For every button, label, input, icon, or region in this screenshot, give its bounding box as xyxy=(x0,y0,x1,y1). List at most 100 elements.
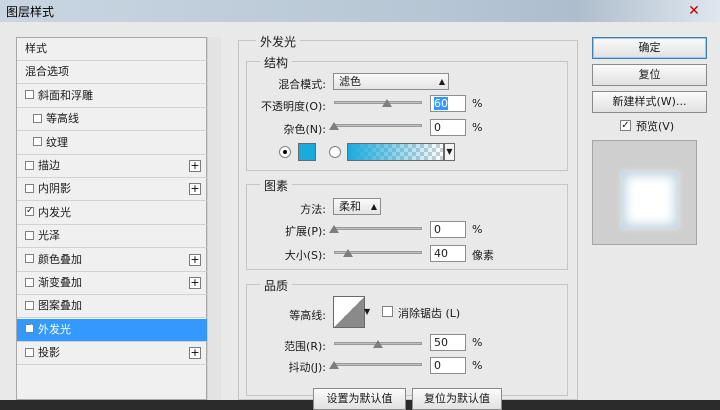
reset-button[interactable]: 复位 xyxy=(592,64,707,86)
chevron-down-icon[interactable]: ▼ xyxy=(364,296,372,328)
noise-value: 0 xyxy=(434,121,441,134)
layer-style-dialog: 图层样式 ✕ 样式混合选项斜面和浮雕等高线纹理描边 + 内阴影 + ✓ 内发光光泽 颜色叠加… xyxy=(0,0,720,410)
add-icon[interactable]: + xyxy=(189,277,201,289)
style-list-item-label: 混合选项 xyxy=(25,65,69,79)
noise-slider[interactable] xyxy=(334,124,422,127)
style-list-item-label: 内阴影 xyxy=(38,182,71,196)
style-list-item[interactable]: 光泽 xyxy=(17,225,207,249)
close-icon[interactable]: ✕ xyxy=(684,2,704,20)
preview-checkbox[interactable]: ✓ xyxy=(620,120,631,131)
size-unit: 像素 xyxy=(472,249,494,262)
window-title: 图层样式 xyxy=(6,5,55,19)
noise-input[interactable]: 0 xyxy=(430,119,466,136)
style-checkbox[interactable] xyxy=(33,113,42,123)
outer-glow-title: 外发光 xyxy=(256,33,301,50)
add-icon[interactable]: + xyxy=(189,253,201,266)
range-input[interactable]: 50 xyxy=(430,334,466,351)
style-list-item[interactable]: 图案叠加 xyxy=(17,295,207,319)
blend-mode-value: 滤色 xyxy=(339,75,361,88)
size-value: 40 xyxy=(434,247,448,260)
style-list-scrollbar[interactable] xyxy=(207,37,221,400)
spread-input[interactable]: 0 xyxy=(430,221,466,238)
style-checkbox[interactable] xyxy=(25,300,34,310)
style-list-item-label: 样式 xyxy=(25,42,47,55)
solid-color-radio[interactable] xyxy=(279,146,291,158)
chevron-down-icon[interactable]: ▼ xyxy=(444,143,455,161)
style-checkbox[interactable] xyxy=(25,347,34,357)
style-list-item[interactable]: ✓ 外发光 xyxy=(17,318,207,342)
size-slider-thumb[interactable] xyxy=(343,249,354,257)
style-list-item[interactable]: 渐变叠加 + xyxy=(17,272,207,295)
range-slider-thumb[interactable] xyxy=(373,340,383,348)
style-checkbox[interactable] xyxy=(25,90,34,100)
jitter-value: 0 xyxy=(434,359,441,372)
style-list-item-label: 描边 xyxy=(38,159,60,172)
style-list-item[interactable]: 纹理 xyxy=(17,132,207,155)
noise-label: 杂色(N): xyxy=(283,123,326,136)
spread-slider-thumb[interactable] xyxy=(329,225,339,233)
gradient-radio[interactable] xyxy=(329,146,341,158)
opacity-slider[interactable] xyxy=(334,101,422,104)
spread-value: 0 xyxy=(434,223,441,236)
add-icon[interactable]: + xyxy=(189,183,201,196)
style-list-item[interactable]: 内阴影 + xyxy=(17,178,207,202)
glow-color-swatch[interactable] xyxy=(298,143,316,161)
glow-gradient-picker[interactable] xyxy=(347,143,444,161)
opacity-label: 不透明度(O): xyxy=(261,100,326,113)
spread-label: 扩展(P): xyxy=(285,225,326,238)
reset-default-button[interactable]: 复位为默认值 xyxy=(412,388,502,410)
range-value: 50 xyxy=(434,336,448,349)
style-checkbox[interactable] xyxy=(25,277,34,287)
style-list-item[interactable]: 颜色叠加 + xyxy=(17,249,207,272)
style-list-item-label: 内发光 xyxy=(38,205,71,219)
style-list-item-label: 等高线 xyxy=(46,112,79,126)
spread-slider[interactable] xyxy=(334,227,422,230)
blend-mode-label: 混合模式: xyxy=(278,78,326,91)
style-checkbox[interactable] xyxy=(25,230,34,240)
spread-unit: % xyxy=(472,223,483,236)
noise-slider-thumb[interactable] xyxy=(329,122,339,130)
opacity-slider-thumb[interactable] xyxy=(381,99,392,107)
technique-value: 柔和 xyxy=(339,200,361,213)
style-list-item-label: 纹理 xyxy=(46,135,68,149)
opacity-value: 60 xyxy=(434,97,448,110)
antialias-checkbox[interactable] xyxy=(382,306,393,317)
style-list-item-label: 斜面和浮雕 xyxy=(38,88,93,102)
style-list-item[interactable]: 混合选项 xyxy=(17,61,207,85)
add-icon[interactable]: + xyxy=(189,347,201,360)
style-checkbox[interactable] xyxy=(25,183,34,193)
new-style-button[interactable]: 新建样式(W)... xyxy=(592,91,707,113)
blend-mode-select[interactable]: 滤色 ▲ xyxy=(333,73,449,90)
contour-label: 等高线: xyxy=(289,309,326,322)
make-default-button[interactable]: 设置为默认值 xyxy=(313,388,406,410)
ok-button[interactable]: 确定 xyxy=(592,37,707,59)
title-bar: 图层样式 ✕ xyxy=(0,0,720,22)
style-list-item[interactable]: 斜面和浮雕 xyxy=(17,85,207,108)
style-list-item[interactable]: 投影 + xyxy=(17,342,207,366)
style-checkbox[interactable] xyxy=(25,160,34,170)
quality-title: 品质 xyxy=(260,277,293,294)
preview-label: 预览(V) xyxy=(636,120,675,133)
range-label: 范围(R): xyxy=(284,340,326,353)
preview-swatch xyxy=(622,172,678,228)
style-checkbox[interactable] xyxy=(33,137,42,147)
style-list-item[interactable]: 样式 xyxy=(17,38,207,61)
style-list-item-label: 投影 xyxy=(38,346,60,360)
structure-title: 结构 xyxy=(260,54,293,71)
technique-select[interactable]: 柔和 ▲ xyxy=(333,198,381,215)
check-icon: ✓ xyxy=(621,120,630,131)
style-list: 样式混合选项斜面和浮雕等高线纹理描边 + 内阴影 + ✓ 内发光光泽 颜色叠加 + 渐变叠加 + 图… xyxy=(16,37,207,400)
style-checkbox[interactable] xyxy=(25,254,34,264)
contour-preview[interactable] xyxy=(333,296,365,328)
style-checkbox[interactable]: ✓ xyxy=(25,207,34,217)
style-list-item[interactable]: 描边 + xyxy=(17,155,207,178)
style-list-item[interactable]: 等高线 xyxy=(17,108,207,132)
style-checkbox[interactable]: ✓ xyxy=(25,324,34,334)
style-list-item[interactable]: ✓ 内发光 xyxy=(17,202,207,225)
opacity-input[interactable]: 60 xyxy=(430,95,466,112)
jitter-input[interactable]: 0 xyxy=(430,357,466,374)
size-input[interactable]: 40 xyxy=(430,245,466,262)
jitter-slider-thumb[interactable] xyxy=(329,361,339,369)
jitter-slider[interactable] xyxy=(334,363,422,366)
add-icon[interactable]: + xyxy=(189,160,201,172)
